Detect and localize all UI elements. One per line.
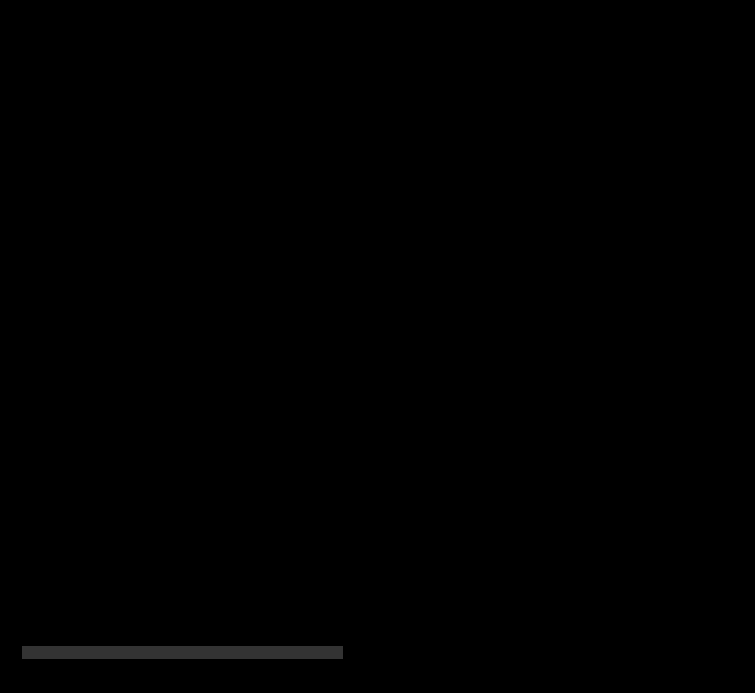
spectrogram-image <box>52 33 483 544</box>
near-xray-window: { "header": { "title": "NEAR X-Ray Analy… <box>0 0 755 693</box>
colorbar-gradient <box>22 646 343 659</box>
